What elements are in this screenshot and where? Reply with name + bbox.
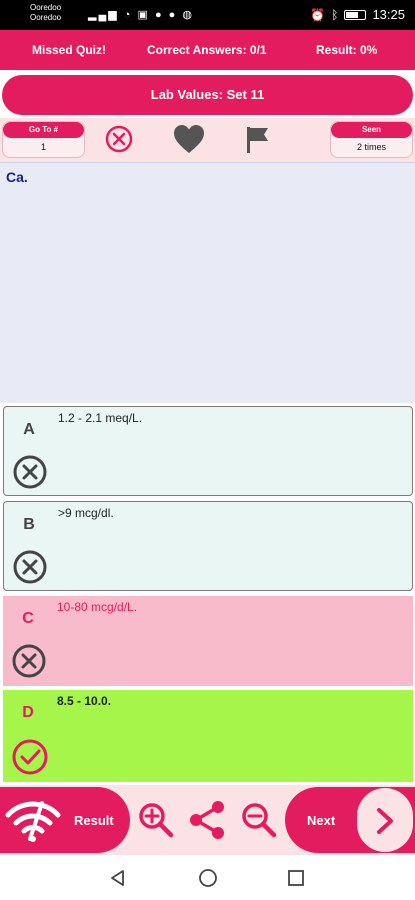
bluetooth-icon: ᛒ	[331, 7, 339, 22]
zoom-out-icon[interactable]	[240, 801, 278, 844]
option-letter: C	[22, 610, 34, 627]
cancel-icon	[13, 550, 47, 589]
next-button-label: Next	[307, 813, 336, 828]
option-letter: D	[22, 704, 34, 721]
signal-icon: ▂▄▆	[88, 9, 119, 21]
share-icon[interactable]	[187, 799, 227, 846]
recents-icon[interactable]	[286, 868, 306, 893]
chevron-right-icon	[373, 807, 397, 838]
cancel-icon	[13, 455, 47, 494]
set-title: Lab Values: Set 11	[150, 87, 265, 102]
result-label: Result: 0%	[316, 43, 378, 57]
option-letter: B	[23, 516, 35, 533]
heart-icon[interactable]	[172, 123, 206, 160]
result-button[interactable]: Result	[0, 787, 130, 853]
battery-icon	[344, 9, 367, 20]
option-text: 8.5 - 10.0.	[57, 694, 112, 708]
next-circle	[357, 788, 413, 852]
seen-control: Seen 2 times	[330, 121, 413, 158]
quiz-type-label: Missed Quiz!	[32, 43, 107, 57]
option-text: >9 mcg/dl.	[58, 506, 114, 520]
no-signal-icon	[4, 795, 62, 848]
goto-label: Go To #	[3, 122, 84, 138]
notification-icons: ▣ ● ● ◍	[137, 9, 194, 21]
carrier-1: Ooredoo	[30, 3, 62, 12]
option-b[interactable]: B >9 mcg/dl.	[3, 501, 413, 591]
option-text: 1.2 - 2.1 meq/L.	[58, 411, 143, 425]
status-time: 13:25	[372, 7, 405, 22]
zoom-in-icon[interactable]	[137, 801, 175, 844]
option-d[interactable]: D 8.5 - 10.0.	[3, 690, 413, 782]
carrier-2: Ooredoo	[30, 13, 62, 22]
option-a[interactable]: A 1.2 - 2.1 meq/L.	[3, 406, 413, 496]
carrier-labels: Ooredoo Ooredoo	[30, 3, 61, 23]
status-icons: ▂▄▆ ◔ ▣ ● ● ◍	[88, 8, 194, 21]
seen-label: Seen	[331, 122, 412, 138]
back-icon[interactable]	[108, 868, 128, 893]
status-bar: Ooredoo Ooredoo ▂▄▆ ◔ ▣ ● ● ◍ ⏰ ᛒ 13:25	[0, 0, 415, 30]
wifi-icon: ◔	[123, 9, 133, 21]
option-c[interactable]: C 10-80 mcg/d/L.	[3, 596, 413, 686]
goto-control[interactable]: Go To # 1	[2, 121, 85, 158]
alarm-icon: ⏰	[310, 7, 326, 22]
cancel-icon[interactable]	[104, 124, 134, 159]
home-icon[interactable]	[198, 868, 218, 893]
status-right: ⏰ ᛒ 13:25	[310, 7, 405, 22]
system-nav-bar	[0, 855, 415, 900]
question-text: Ca.	[6, 169, 28, 185]
cancel-icon	[12, 644, 46, 683]
flag-icon[interactable]	[245, 125, 271, 160]
set-title-bar: Lab Values: Set 11	[2, 75, 413, 115]
controls-row: Go To # 1 Seen 2 times	[0, 118, 415, 162]
result-button-label: Result	[74, 813, 114, 828]
check-circle-icon	[12, 739, 48, 780]
goto-value: 1	[40, 142, 46, 152]
seen-value: 2 times	[356, 142, 386, 152]
next-button[interactable]: Next	[285, 787, 415, 853]
option-letter: A	[23, 421, 35, 438]
option-text: 10-80 mcg/d/L.	[57, 600, 138, 614]
correct-answers-label: Correct Answers: 0/1	[147, 43, 267, 57]
bottom-bar: Result Next	[0, 785, 415, 855]
quiz-info-bar: Missed Quiz! Correct Answers: 0/1 Result…	[0, 30, 415, 70]
question-panel: Ca.	[0, 162, 415, 403]
